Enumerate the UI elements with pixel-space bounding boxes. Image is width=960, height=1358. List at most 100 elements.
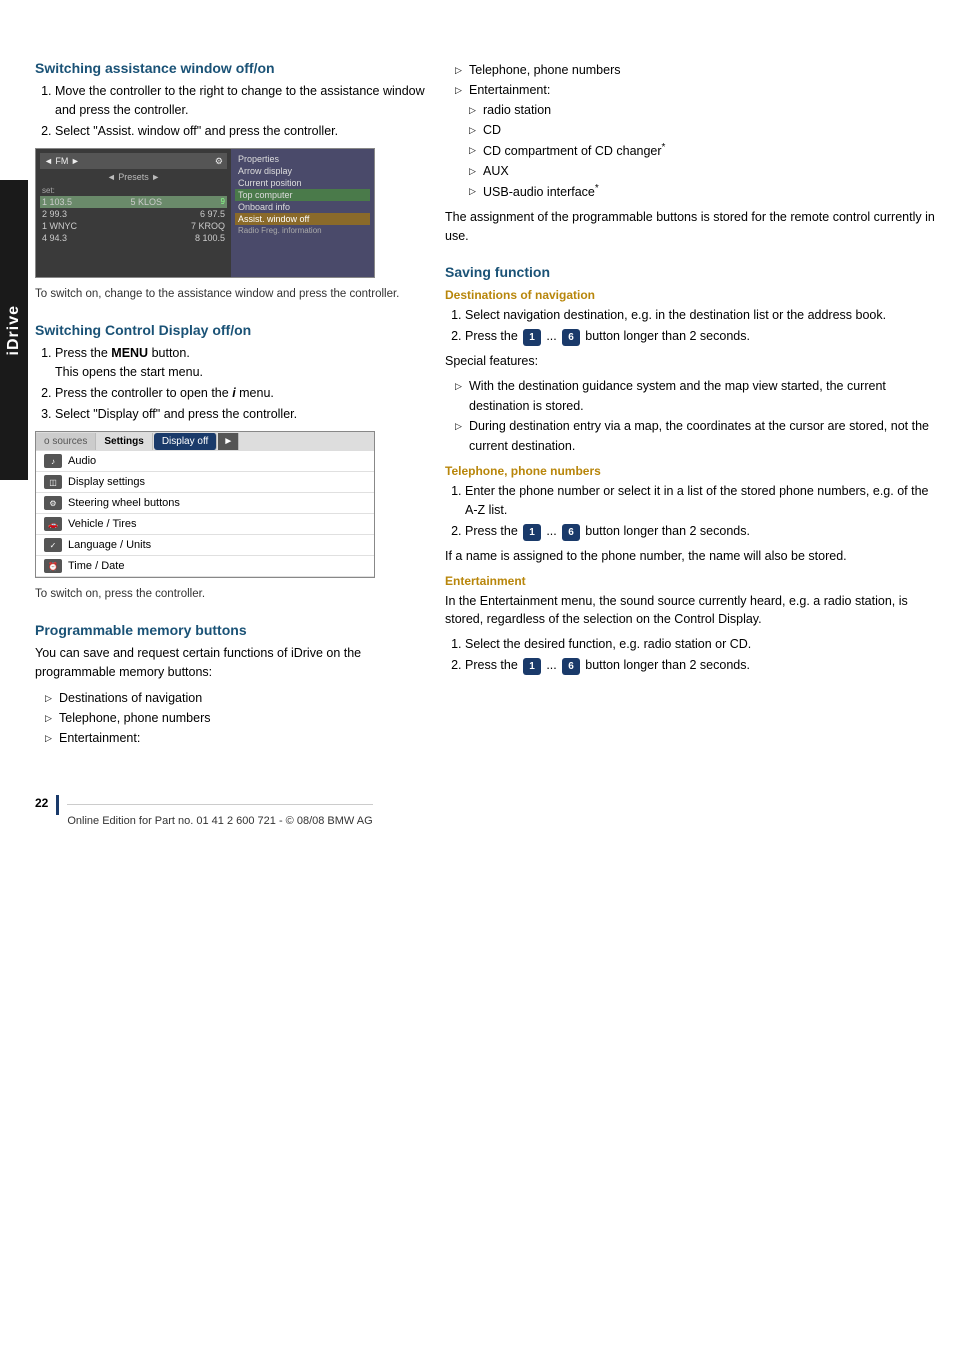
bullet-radio: radio station: [455, 100, 940, 120]
special-bullets: With the destination guidance system and…: [445, 376, 940, 456]
section4-nav-title: Destinations of navigation: [445, 288, 940, 302]
section1-step1: Move the controller to the right to chan…: [55, 82, 425, 120]
footer-text: Online Edition for Part no. 01 41 2 600 …: [67, 804, 372, 827]
entertainment-step1: Select the desired function, e.g. radio …: [465, 635, 940, 654]
radio-station-list: set: 1 103.55 KLOS9 2 99.36 97.5 1 WNYC7…: [40, 185, 227, 244]
bullet-cd-changer: CD compartment of CD changer*: [455, 140, 940, 161]
section1-steps: Move the controller to the right to chan…: [35, 82, 425, 140]
phone-step1: Enter the phone number or select it in a…: [465, 482, 940, 520]
settings-tabs-bar: o sources Settings Display off ►: [36, 432, 374, 451]
audio-label: Audio: [68, 455, 96, 467]
menu-audio[interactable]: ♪ Audio: [36, 451, 374, 472]
radio-left-panel: ◄ FM ► ⚙ ◄ Presets ► set: 1 103.55 KLOS9…: [36, 149, 231, 277]
menu-steering-wheel[interactable]: ⚙ Steering wheel buttons: [36, 493, 374, 514]
special-features-label: Special features:: [445, 352, 940, 371]
radio-row-3: 1 WNYC7 KROQ: [40, 220, 227, 232]
tab-sources[interactable]: o sources: [36, 433, 96, 450]
bullet-telephone: Telephone, phone numbers: [45, 708, 425, 728]
steering-wheel-label: Steering wheel buttons: [68, 497, 180, 509]
menu-radio-info: Radio Freg. information: [235, 225, 370, 236]
right-column: Telephone, phone numbers Entertainment: …: [445, 60, 940, 754]
menu-top-computer: Top computer: [235, 189, 370, 201]
radio-presets: ◄ Presets ►: [40, 171, 227, 183]
section4-entertainment-text: In the Entertainment menu, the sound sou…: [445, 592, 940, 630]
tab-display-off[interactable]: Display off: [154, 433, 218, 450]
side-tab-label: iDrive: [5, 305, 23, 355]
nav-step2: Press the 1 ... 6 button longer than 2 s…: [465, 327, 940, 346]
section1-caption: To switch on, change to the assistance w…: [35, 286, 425, 302]
footer-left: 22 Online Edition for Part no. 01 41 2 6…: [35, 784, 940, 827]
entertainment-step2: Press the 1 ... 6 button longer than 2 s…: [465, 656, 940, 675]
menu-onboard-info: Onboard info: [235, 201, 370, 213]
radio-set-label: set:: [40, 185, 227, 196]
time-date-label: Time / Date: [68, 560, 124, 572]
audio-icon: ♪: [44, 454, 62, 468]
left-column: Switching assistance window off/on Move …: [35, 60, 425, 754]
display-settings-icon: ◫: [44, 475, 62, 489]
btn-badge-6c: 6: [562, 658, 580, 675]
bullet-aux: AUX: [455, 161, 940, 181]
radio-settings-icon: ⚙: [215, 156, 223, 167]
tab-arrow[interactable]: ►: [218, 433, 239, 450]
section4-entertainment-steps: Select the desired function, e.g. radio …: [445, 635, 940, 675]
page-number: 22: [35, 796, 48, 810]
section3-title: Programmable memory buttons: [35, 622, 425, 638]
menu-language-units[interactable]: ✓ Language / Units: [36, 535, 374, 556]
menu-display-settings[interactable]: ◫ Display settings: [36, 472, 374, 493]
main-columns: Switching assistance window off/on Move …: [35, 60, 940, 754]
time-date-icon: ⏰: [44, 559, 62, 573]
radio-row-2: 2 99.36 97.5: [40, 208, 227, 220]
section2-step1: Press the MENU button.This opens the sta…: [55, 344, 425, 382]
steering-wheel-icon: ⚙: [44, 496, 62, 510]
menu-assist-window-off: Assist. window off: [235, 213, 370, 225]
radio-right-panel: Properties Arrow display Current positio…: [231, 149, 374, 277]
btn-badge-6: 6: [562, 329, 580, 346]
footer-area: 22 Online Edition for Part no. 01 41 2 6…: [35, 784, 940, 827]
section2-title: Switching Control Display off/on: [35, 322, 425, 338]
special-bullet-2: During destination entry via a map, the …: [455, 416, 940, 456]
menu-time-date[interactable]: ⏰ Time / Date: [36, 556, 374, 577]
radio-fm-label: ◄ FM ►: [44, 156, 80, 166]
page-container: iDrive Switching assistance window off/o…: [0, 0, 960, 1358]
asterisk2: *: [595, 183, 599, 194]
section4-entertainment-title: Entertainment: [445, 574, 940, 588]
content-area: Switching assistance window off/on Move …: [35, 40, 940, 827]
section4-phone-title: Telephone, phone numbers: [445, 464, 940, 478]
vehicle-tires-label: Vehicle / Tires: [68, 518, 136, 530]
bullet-nav-dest: Destinations of navigation: [45, 688, 425, 708]
side-tab: iDrive: [0, 180, 28, 480]
tab-settings[interactable]: Settings: [96, 433, 152, 450]
language-units-icon: ✓: [44, 538, 62, 552]
section2-caption: To switch on, press the controller.: [35, 586, 425, 602]
menu-vehicle-tires[interactable]: 🚗 Vehicle / Tires: [36, 514, 374, 535]
section4-nav-steps: Select navigation destination, e.g. in t…: [445, 306, 940, 346]
settings-screen: o sources Settings Display off ► ♪ Audio…: [35, 431, 375, 578]
language-units-label: Language / Units: [68, 539, 151, 551]
menu-current-position: Current position: [235, 177, 370, 189]
section3-intro: You can save and request certain functio…: [35, 644, 425, 682]
nav-step1: Select navigation destination, e.g. in t…: [465, 306, 940, 325]
footer-divider: [56, 795, 59, 815]
asterisk1: *: [662, 142, 666, 153]
radio-screen: ◄ FM ► ⚙ ◄ Presets ► set: 1 103.55 KLOS9…: [35, 148, 375, 278]
i-menu-label: i: [232, 386, 235, 400]
btn-badge-1b: 1: [523, 524, 541, 541]
menu-keyword: MENU: [111, 346, 148, 360]
bullet-telephone-right: Telephone, phone numbers: [455, 60, 940, 80]
menu-arrow-display: Arrow display: [235, 165, 370, 177]
radio-row-4: 4 94.38 100.5: [40, 232, 227, 244]
section4-phone-note: If a name is assigned to the phone numbe…: [445, 547, 940, 566]
section2-steps: Press the MENU button.This opens the sta…: [35, 344, 425, 423]
bullet-entertainment: Entertainment:: [45, 728, 425, 748]
bullet-usb: USB-audio interface*: [455, 181, 940, 202]
section1-step2: Select "Assist. window off" and press th…: [55, 122, 425, 141]
btn-badge-1c: 1: [523, 658, 541, 675]
bullet-entertainment-right: Entertainment:: [455, 80, 940, 100]
right-bullet-list: Telephone, phone numbers Entertainment: …: [445, 60, 940, 202]
section1-title: Switching assistance window off/on: [35, 60, 425, 76]
section4-title: Saving function: [445, 264, 940, 280]
section2-step3: Select "Display off" and press the contr…: [55, 405, 425, 424]
section4-phone-steps: Enter the phone number or select it in a…: [445, 482, 940, 541]
section2-step2: Press the controller to open the i menu.: [55, 384, 425, 403]
vehicle-tires-icon: 🚗: [44, 517, 62, 531]
